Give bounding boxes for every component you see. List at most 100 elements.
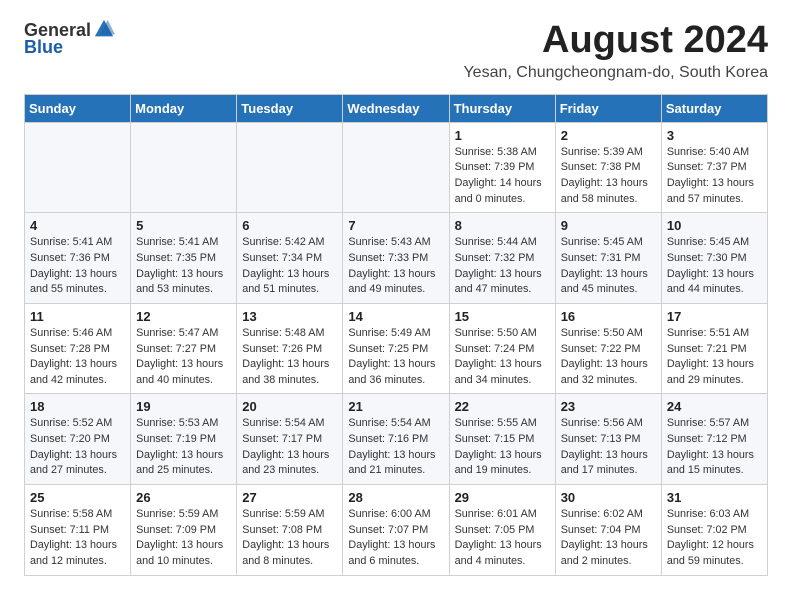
calendar-cell: 27 Sunrise: 5:59 AMSunset: 7:08 PMDayligh…	[237, 485, 343, 576]
column-header-friday: Friday	[555, 94, 661, 122]
calendar-cell: 26Sunrise: 5:59 AMSunset: 7:09 PMDayligh…	[131, 485, 237, 576]
calendar-row: 1Sunrise: 5:38 AMSunset: 7:39 PMDaylight…	[25, 122, 768, 213]
calendar-cell	[25, 122, 131, 213]
day-info: Sunrise: 6:01 AMSunset: 7:05 PMDaylight:…	[455, 507, 550, 570]
day-number: 26	[136, 490, 231, 505]
column-header-monday: Monday	[131, 94, 237, 122]
day-info: Sunrise: 5:43 AMSunset: 7:33 PMDaylight:…	[348, 235, 443, 298]
day-info: Sunrise: 5:42 AMSunset: 7:34 PMDaylight:…	[242, 235, 337, 298]
day-number: 22	[455, 399, 550, 414]
column-header-wednesday: Wednesday	[343, 94, 449, 122]
calendar-cell: 14 Sunrise: 5:49 AMSunset: 7:25 PMDayligh…	[343, 303, 449, 394]
day-number: 7	[348, 218, 443, 233]
day-info: Sunrise: 5:41 AMSunset: 7:36 PMDaylight:…	[30, 235, 125, 298]
day-number: 20	[242, 399, 337, 414]
day-number: 17	[667, 309, 762, 324]
calendar-cell: 30Sunrise: 6:02 AMSunset: 7:04 PMDayligh…	[555, 485, 661, 576]
day-info: Sunrise: 5:45 AMSunset: 7:30 PMDaylight:…	[667, 235, 762, 298]
day-number: 31	[667, 490, 762, 505]
calendar-cell: 23 Sunrise: 5:56 AMSunset: 7:13 PMDayligh…	[555, 394, 661, 485]
calendar-cell: 16 Sunrise: 5:50 AMSunset: 7:22 PMDayligh…	[555, 303, 661, 394]
calendar-cell	[131, 122, 237, 213]
day-info: Sunrise: 5:57 AMSunset: 7:12 PMDaylight:…	[667, 416, 762, 479]
calendar-cell: 21 Sunrise: 5:54 AMSunset: 7:16 PMDayligh…	[343, 394, 449, 485]
day-number: 21	[348, 399, 443, 414]
day-number: 23	[561, 399, 656, 414]
calendar-cell: 11Sunrise: 5:46 AMSunset: 7:28 PMDayligh…	[25, 303, 131, 394]
day-number: 10	[667, 218, 762, 233]
day-number: 8	[455, 218, 550, 233]
day-info: Sunrise: 5:47 AMSunset: 7:27 PMDaylight:…	[136, 326, 231, 389]
calendar-cell	[343, 122, 449, 213]
logo: General Blue	[24, 20, 115, 56]
location-title: Yesan, Chungcheongnam-do, South Korea	[463, 64, 768, 82]
calendar-cell: 28 Sunrise: 6:00 AMSunset: 7:07 PMDayligh…	[343, 485, 449, 576]
day-info: Sunrise: 5:55 AMSunset: 7:15 PMDaylight:…	[455, 416, 550, 479]
day-number: 27	[242, 490, 337, 505]
day-number: 3	[667, 128, 762, 143]
calendar-cell: 10 Sunrise: 5:45 AMSunset: 7:30 PMDayligh…	[661, 213, 767, 304]
calendar-cell: 24 Sunrise: 5:57 AMSunset: 7:12 PMDayligh…	[661, 394, 767, 485]
calendar-cell: 4 Sunrise: 5:41 AMSunset: 7:36 PMDaylight…	[25, 213, 131, 304]
calendar-cell: 2 Sunrise: 5:39 AMSunset: 7:38 PMDaylight…	[555, 122, 661, 213]
calendar-table: SundayMondayTuesdayWednesdayThursdayFrid…	[24, 94, 768, 576]
day-number: 1	[455, 128, 550, 143]
calendar-cell: 15Sunrise: 5:50 AMSunset: 7:24 PMDayligh…	[449, 303, 555, 394]
day-number: 25	[30, 490, 125, 505]
day-number: 9	[561, 218, 656, 233]
calendar-row: 4 Sunrise: 5:41 AMSunset: 7:36 PMDaylight…	[25, 213, 768, 304]
day-number: 4	[30, 218, 125, 233]
calendar-row: 18Sunrise: 5:52 AMSunset: 7:20 PMDayligh…	[25, 394, 768, 485]
day-info: Sunrise: 5:49 AMSunset: 7:25 PMDaylight:…	[348, 326, 443, 389]
day-number: 16	[561, 309, 656, 324]
calendar-cell: 22 Sunrise: 5:55 AMSunset: 7:15 PMDayligh…	[449, 394, 555, 485]
calendar-cell: 18Sunrise: 5:52 AMSunset: 7:20 PMDayligh…	[25, 394, 131, 485]
day-info: Sunrise: 5:39 AMSunset: 7:38 PMDaylight:…	[561, 145, 656, 208]
column-header-saturday: Saturday	[661, 94, 767, 122]
day-info: Sunrise: 5:45 AMSunset: 7:31 PMDaylight:…	[561, 235, 656, 298]
calendar-row: 11Sunrise: 5:46 AMSunset: 7:28 PMDayligh…	[25, 303, 768, 394]
day-info: Sunrise: 5:41 AMSunset: 7:35 PMDaylight:…	[136, 235, 231, 298]
calendar-cell: 19Sunrise: 5:53 AMSunset: 7:19 PMDayligh…	[131, 394, 237, 485]
day-info: Sunrise: 5:58 AMSunset: 7:11 PMDaylight:…	[30, 507, 125, 570]
month-title: August 2024	[463, 20, 768, 62]
calendar-cell: 7 Sunrise: 5:43 AMSunset: 7:33 PMDaylight…	[343, 213, 449, 304]
day-info: Sunrise: 5:59 AMSunset: 7:08 PMDaylight:…	[242, 507, 337, 570]
calendar-row: 25 Sunrise: 5:58 AMSunset: 7:11 PMDayligh…	[25, 485, 768, 576]
column-header-sunday: Sunday	[25, 94, 131, 122]
calendar-cell: 17Sunrise: 5:51 AMSunset: 7:21 PMDayligh…	[661, 303, 767, 394]
calendar-cell	[237, 122, 343, 213]
column-header-thursday: Thursday	[449, 94, 555, 122]
day-number: 12	[136, 309, 231, 324]
day-info: Sunrise: 5:56 AMSunset: 7:13 PMDaylight:…	[561, 416, 656, 479]
day-number: 6	[242, 218, 337, 233]
column-header-tuesday: Tuesday	[237, 94, 343, 122]
calendar-cell: 12 Sunrise: 5:47 AMSunset: 7:27 PMDayligh…	[131, 303, 237, 394]
day-info: Sunrise: 5:44 AMSunset: 7:32 PMDaylight:…	[455, 235, 550, 298]
calendar-cell: 29 Sunrise: 6:01 AMSunset: 7:05 PMDayligh…	[449, 485, 555, 576]
day-info: Sunrise: 6:03 AMSunset: 7:02 PMDaylight:…	[667, 507, 762, 570]
day-number: 24	[667, 399, 762, 414]
day-number: 11	[30, 309, 125, 324]
calendar-cell: 5Sunrise: 5:41 AMSunset: 7:35 PMDaylight…	[131, 213, 237, 304]
day-info: Sunrise: 5:50 AMSunset: 7:24 PMDaylight:…	[455, 326, 550, 389]
calendar-cell: 8 Sunrise: 5:44 AMSunset: 7:32 PMDaylight…	[449, 213, 555, 304]
day-number: 14	[348, 309, 443, 324]
day-info: Sunrise: 6:00 AMSunset: 7:07 PMDaylight:…	[348, 507, 443, 570]
day-info: Sunrise: 5:54 AMSunset: 7:17 PMDaylight:…	[242, 416, 337, 479]
day-info: Sunrise: 5:48 AMSunset: 7:26 PMDaylight:…	[242, 326, 337, 389]
title-location-block: August 2024 Yesan, Chungcheongnam-do, So…	[463, 20, 768, 90]
day-info: Sunrise: 5:50 AMSunset: 7:22 PMDaylight:…	[561, 326, 656, 389]
calendar-cell: 31 Sunrise: 6:03 AMSunset: 7:02 PMDayligh…	[661, 485, 767, 576]
day-number: 19	[136, 399, 231, 414]
calendar-cell: 6 Sunrise: 5:42 AMSunset: 7:34 PMDaylight…	[237, 213, 343, 304]
day-info: Sunrise: 5:54 AMSunset: 7:16 PMDaylight:…	[348, 416, 443, 479]
calendar-cell: 9 Sunrise: 5:45 AMSunset: 7:31 PMDaylight…	[555, 213, 661, 304]
day-number: 29	[455, 490, 550, 505]
calendar-cell: 3 Sunrise: 5:40 AMSunset: 7:37 PMDaylight…	[661, 122, 767, 213]
day-number: 28	[348, 490, 443, 505]
day-info: Sunrise: 5:40 AMSunset: 7:37 PMDaylight:…	[667, 145, 762, 208]
day-number: 2	[561, 128, 656, 143]
calendar-cell: 25 Sunrise: 5:58 AMSunset: 7:11 PMDayligh…	[25, 485, 131, 576]
day-number: 30	[561, 490, 656, 505]
